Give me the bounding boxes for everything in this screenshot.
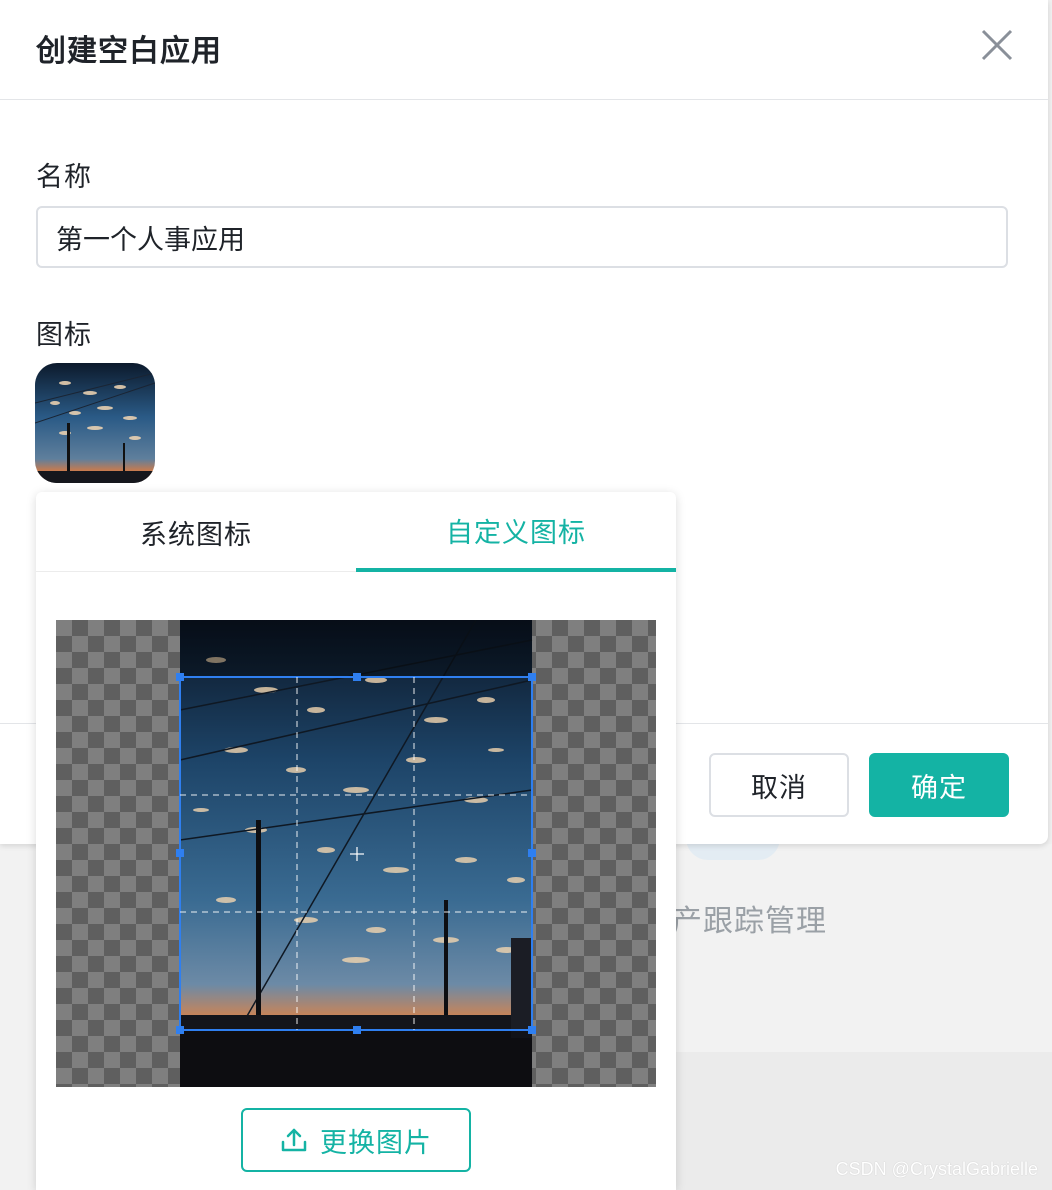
name-input[interactable] (36, 206, 1008, 268)
close-icon (981, 29, 1013, 61)
replace-image-label: 更换图片 (320, 1127, 432, 1159)
icon-picker-popover: 系统图标 自定义图标 更换图片 (36, 492, 676, 1190)
background-text: 产跟踪管理 (672, 904, 827, 939)
image-cropper[interactable] (56, 620, 656, 1087)
close-button[interactable] (978, 26, 1016, 64)
tab-system-icons[interactable]: 系统图标 (36, 492, 356, 572)
replace-image-button[interactable]: 更换图片 (241, 1108, 471, 1172)
dialog-title: 创建空白应用 (36, 34, 222, 69)
upload-icon (281, 1128, 307, 1152)
confirm-button[interactable]: 确定 (869, 753, 1009, 817)
icon-preview-image (35, 363, 155, 483)
cropper-canvas (176, 620, 536, 1087)
icon-picker-tabs: 系统图标 自定义图标 (36, 492, 676, 572)
watermark: CSDN @CrystalGabrielle (835, 1159, 1038, 1179)
dialog-header: 创建空白应用 (0, 0, 1048, 100)
name-label: 名称 (36, 162, 92, 193)
cancel-button[interactable]: 取消 (709, 753, 849, 817)
crop-mask-top (180, 620, 532, 677)
crop-mask-bottom (180, 1030, 532, 1087)
tab-custom-icon[interactable]: 自定义图标 (356, 492, 676, 572)
app-icon-preview[interactable] (35, 363, 155, 483)
icon-label: 图标 (36, 320, 92, 351)
building (511, 938, 532, 1038)
